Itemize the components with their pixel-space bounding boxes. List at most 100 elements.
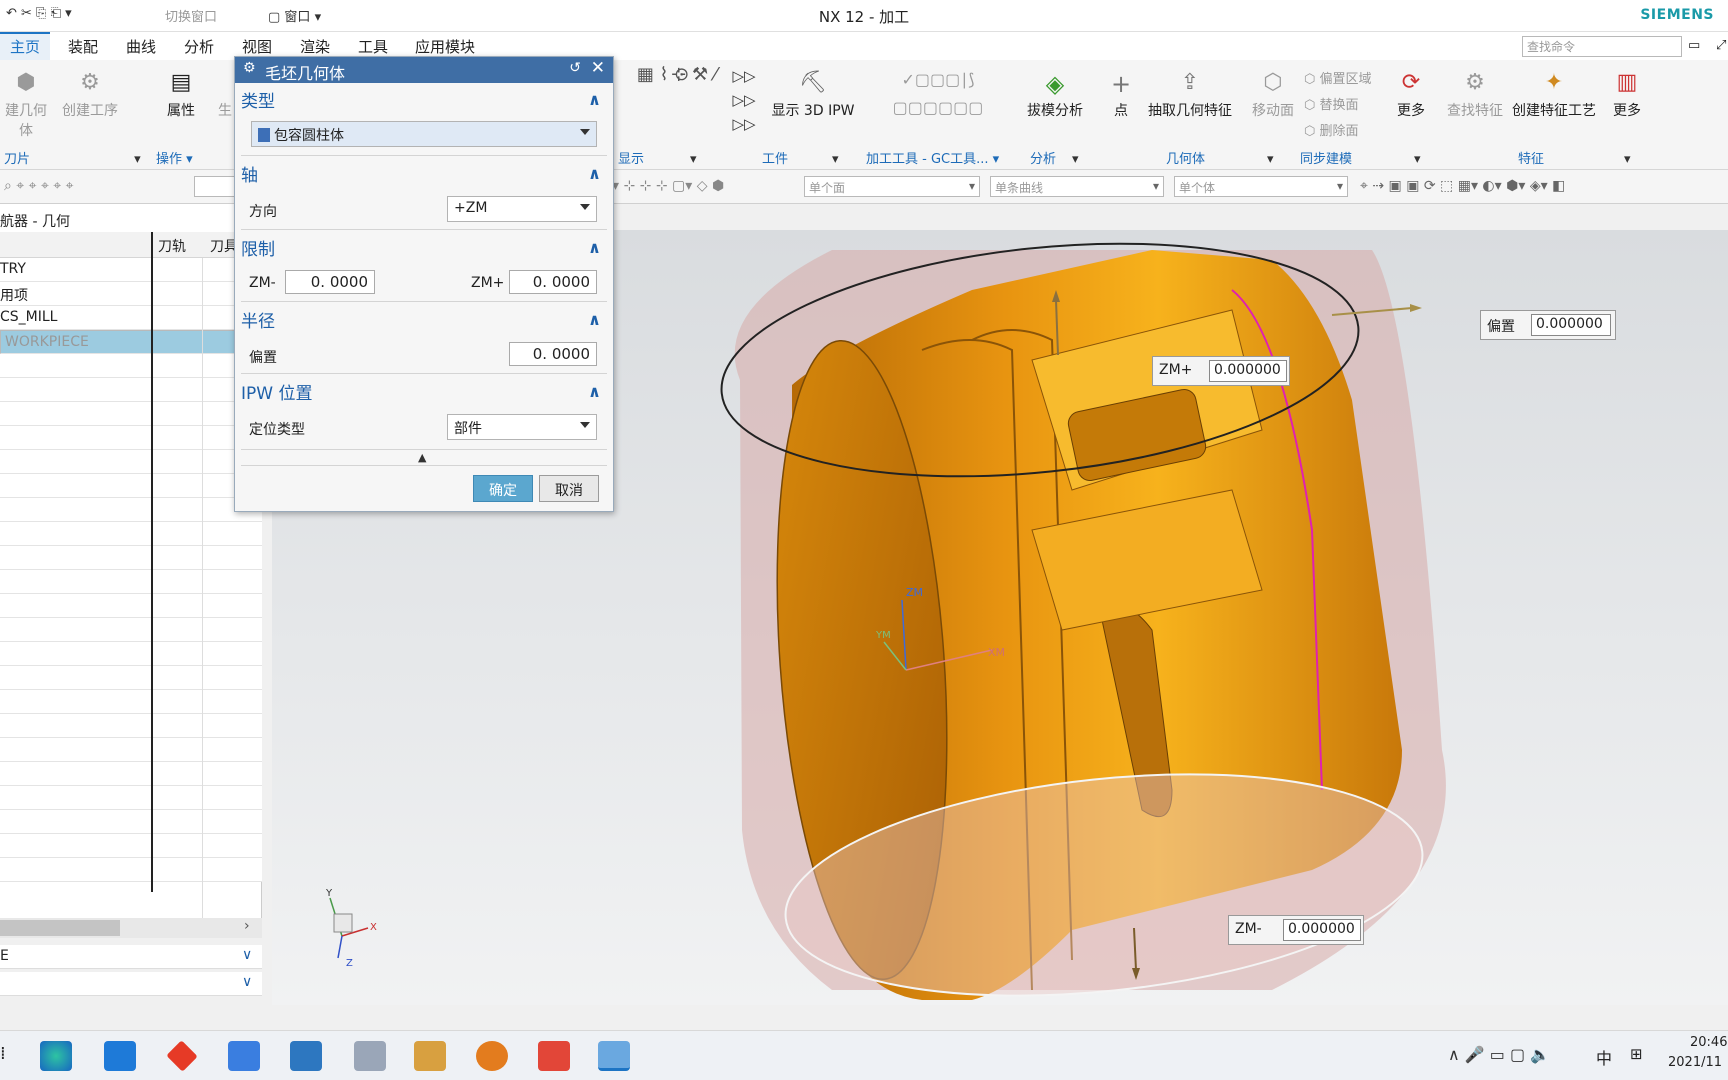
direction-select[interactable]: +ZM	[447, 196, 597, 222]
menu-curve[interactable]: 曲线	[126, 36, 156, 57]
triad-cube[interactable]	[333, 913, 353, 933]
tree-row-empty	[0, 714, 262, 738]
offset-input[interactable]: 0. 0000	[509, 342, 597, 366]
collapse-icon: ∧	[588, 238, 601, 257]
zm-minus-input[interactable]: 0. 0000	[285, 270, 375, 294]
mail-icon[interactable]	[104, 1041, 136, 1071]
cancel-button[interactable]: 取消	[539, 475, 599, 502]
nx-app-icon[interactable]	[598, 1041, 630, 1071]
expand-more-icon[interactable]: ▲	[418, 451, 426, 464]
zmplus-onscreen-input[interactable]: ZM+ 0.000000	[1152, 356, 1290, 386]
delete-face-button[interactable]: ⬡ 删除面	[1304, 120, 1386, 139]
snap-tools-icons[interactable]: ▾ ⊹ ⊹ ⊹ ▢▾ ◇ ⬢	[612, 178, 724, 194]
tree-row-empty	[0, 762, 262, 786]
menu-view[interactable]: 视图	[242, 36, 272, 57]
system-tray-icons[interactable]: ∧ 🎤 ▭ ▢ 🔈	[1448, 1045, 1550, 1064]
type-section-header[interactable]: 类型 ∧	[241, 87, 607, 115]
tree-row-geometry[interactable]: TRY	[0, 258, 262, 282]
cylinder-icon	[258, 128, 270, 142]
more-sync-button[interactable]: ⟳ 更多	[1394, 70, 1428, 120]
limits-section-header[interactable]: 限制 ∧	[241, 235, 607, 263]
menu-tools[interactable]: 工具	[358, 36, 388, 57]
navigator-header: 刀轨 刀具	[0, 232, 262, 258]
direction-label: 方向	[249, 204, 277, 220]
store-icon[interactable]	[228, 1041, 260, 1071]
scroll-right-icon[interactable]: ›	[244, 918, 250, 934]
details-panel-header[interactable]: ∨	[0, 972, 262, 996]
create-feature-process-button[interactable]: ✦ 创建特征工艺	[1510, 70, 1598, 120]
ime-mode-icon[interactable]: ⊞	[1630, 1045, 1643, 1063]
properties-button[interactable]: ▤ 属性	[160, 70, 202, 120]
workpiece-tools-icon[interactable]: ▷▷ ▷▷ ▷▷	[722, 64, 766, 136]
operation-icon: ⚙	[80, 70, 100, 95]
clock-date[interactable]: 2021/11	[1668, 1055, 1722, 1070]
group-tool: 刀片 ▾	[4, 152, 141, 167]
offset-region-button[interactable]: ⬡ 偏置区域	[1304, 68, 1386, 87]
camtasia-icon[interactable]	[538, 1041, 570, 1071]
column-divider	[151, 232, 153, 892]
menu-app-modules[interactable]: 应用模块	[415, 36, 475, 57]
search-icon[interactable]	[476, 1041, 508, 1071]
command-search-input[interactable]: 查找命令	[1522, 36, 1682, 57]
ipw-position-section-header[interactable]: IPW 位置 ∧	[241, 379, 607, 407]
extract-geometry-button[interactable]: ⇪ 抽取几何特征	[1144, 70, 1236, 120]
show-3d-ipw-button[interactable]: ⛏ 显示 3D IPW	[770, 70, 856, 120]
point-icon: +	[1110, 70, 1132, 98]
start-icon[interactable]: ⁞	[0, 1043, 6, 1064]
clock-time[interactable]: 20:46	[1690, 1035, 1727, 1050]
triad-y-label: Y	[325, 888, 333, 899]
zmminus-onscreen-input[interactable]: ZM- 0.000000	[1228, 915, 1364, 945]
create-operation-button[interactable]: ⚙ 创建工序	[58, 70, 122, 120]
menu-render[interactable]: 渲染	[300, 36, 330, 57]
radius-section-header[interactable]: 半径 ∧	[241, 307, 607, 335]
filter-tools-icons[interactable]: ⌕ ⌖ ⌖ ⌖ ⌖ ⌖	[4, 178, 74, 194]
scrollbar-thumb[interactable]	[0, 920, 120, 936]
tree-row-empty	[0, 546, 262, 570]
find-feature-button[interactable]: ⚙ 查找特征	[1442, 70, 1508, 120]
axis-section-header[interactable]: 轴 ∧	[241, 161, 607, 189]
reset-icon[interactable]: ↺	[569, 60, 581, 76]
display-tools2-icon[interactable]: ⊹ ⚒ ⁄	[666, 64, 722, 85]
close-icon[interactable]: ✕	[591, 58, 605, 78]
tree-row-empty	[0, 858, 262, 882]
dependencies-panel-header[interactable]: E ∨	[0, 945, 262, 969]
app-diamond-icon[interactable]	[166, 1040, 198, 1072]
curve-rule-select[interactable]: 单条曲线 ▾	[990, 176, 1164, 197]
more-feature-button[interactable]: ▥ 更多	[1610, 70, 1644, 120]
draft-analysis-button[interactable]: ◈ 拔模分析	[1022, 70, 1088, 120]
position-type-select[interactable]: 部件	[447, 414, 597, 440]
move-face-button[interactable]: ⬡ 移动面	[1250, 70, 1296, 120]
ribbon-minimize-icon[interactable]: ▭	[1688, 38, 1700, 53]
point-button[interactable]: + 点	[1104, 70, 1138, 120]
body-rule-select[interactable]: 单个体 ▾	[1174, 176, 1348, 197]
notepad-icon[interactable]	[354, 1041, 386, 1071]
ok-button[interactable]: 确定	[473, 475, 533, 502]
ime-indicator[interactable]: 中	[1596, 1045, 1612, 1069]
type-select[interactable]: 包容圆柱体	[251, 121, 597, 147]
collapse-icon: ∧	[588, 310, 601, 329]
menu-analysis[interactable]: 分析	[184, 36, 214, 57]
remote-desktop-icon[interactable]	[290, 1041, 322, 1071]
column-toolpath[interactable]: 刀轨	[158, 236, 186, 256]
gc-tools-icons[interactable]: ✓▢▢▢∣⟆ ▢▢▢▢▢▢	[868, 66, 1008, 122]
type-filter-select[interactable]	[194, 176, 238, 197]
zm-plus-input[interactable]: 0. 0000	[509, 270, 597, 294]
offset-onscreen-input[interactable]: 偏置 0.000000	[1480, 310, 1616, 340]
view-tools-icons[interactable]: ⌖ ⇢ ▣ ▣ ⟳ ⬚ ▦▾ ◐▾ ⬢▾ ◈▾ ◧	[1360, 178, 1565, 194]
help-icon[interactable]: ⤢	[1716, 38, 1726, 53]
menu-home[interactable]: 主页	[0, 32, 51, 60]
generate-button[interactable]: 生	[218, 100, 232, 120]
tree-row-mcs-mill[interactable]: CS_MILL	[0, 306, 262, 330]
replace-face-button[interactable]: ⬡ 替换面	[1304, 94, 1386, 113]
navigator-horizontal-scrollbar[interactable]: ›	[0, 918, 262, 938]
lock-icon[interactable]	[414, 1041, 446, 1071]
menu-assembly[interactable]: 装配	[68, 36, 98, 57]
tree-row-workpiece[interactable]: WORKPIECE	[0, 330, 262, 354]
create-geometry-button[interactable]: ⬢ 建几何体	[0, 70, 52, 140]
tree-row-unused[interactable]: 用项	[0, 282, 262, 306]
tree-row-empty	[0, 402, 262, 426]
face-rule-select[interactable]: 单个面 ▾	[804, 176, 980, 197]
xm-axis-label: XM	[988, 646, 1005, 659]
edge-browser-icon[interactable]	[40, 1041, 72, 1071]
chevron-down-icon: ∨	[242, 947, 253, 963]
